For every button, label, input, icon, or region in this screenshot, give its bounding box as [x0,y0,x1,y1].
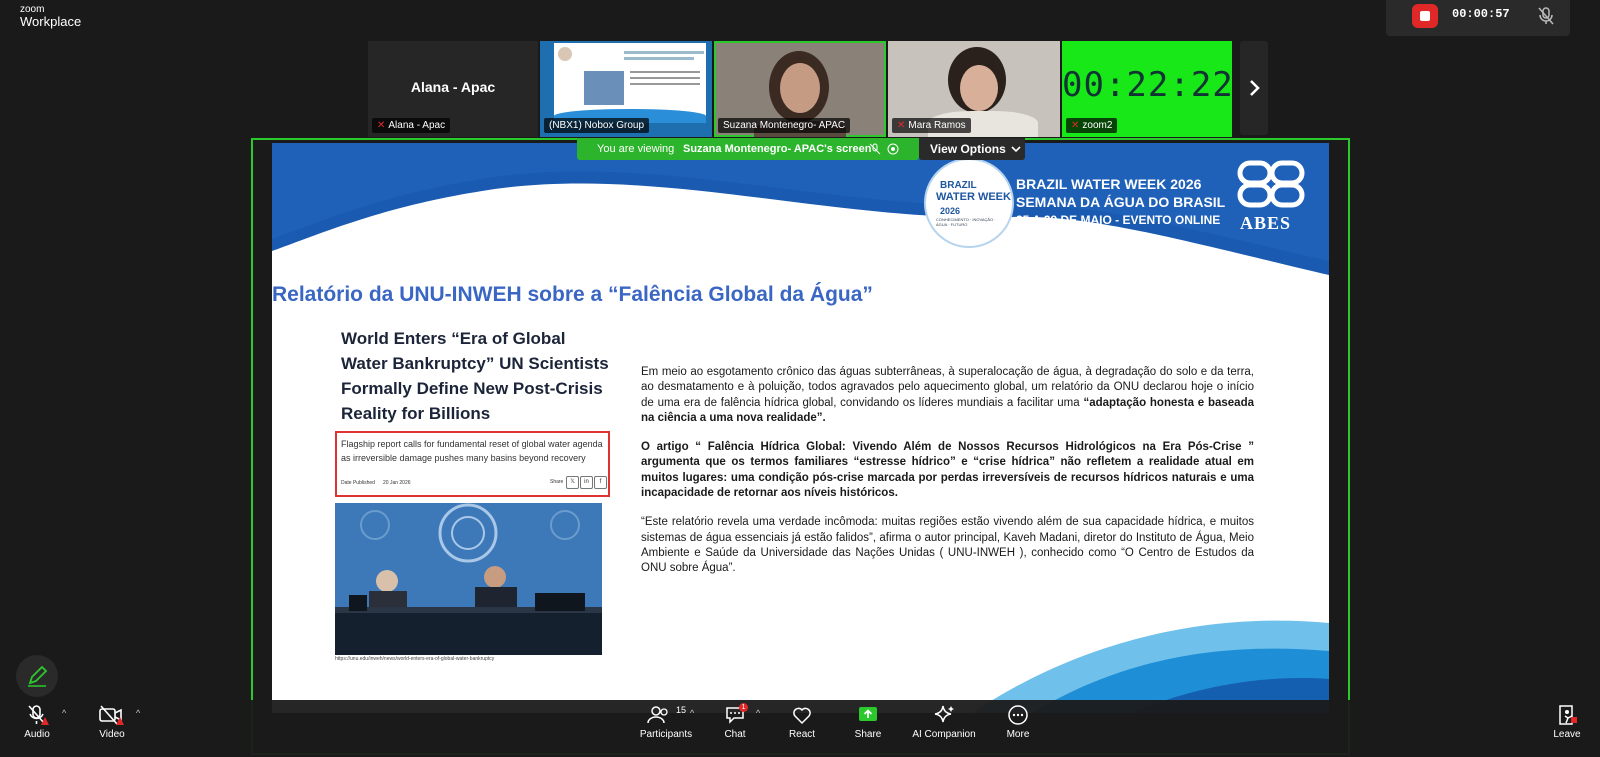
share-screen-icon [859,707,877,721]
mic-muted-icon [28,705,49,725]
recording-time: 00:00:57 [1452,7,1510,21]
slide-title: Relatório da UNU-INWEH sobre a “Falência… [272,283,873,306]
react-button[interactable]: React [786,703,818,740]
shared-slide: BRAZIL WATER WEEK 2026 CONHECIMENTO · IN… [272,143,1329,713]
brazil-water-week-badge: BRAZIL WATER WEEK 2026 CONHECIMENTO · IN… [924,158,1014,248]
mic-muted-icon: ✕ [377,120,386,131]
participant-name: (NBX1) Nobox Group [544,118,650,133]
participant-name: ✕ Alana - Apac [372,118,451,133]
x-icon: 𝕏 [566,476,579,489]
participant-tile-mara[interactable]: ✕ Mara Ramos [888,41,1060,137]
ai-companion-button[interactable]: AI Companion [910,703,978,740]
leave-icon [1559,705,1577,725]
chat-options-caret[interactable]: ^ [756,708,760,718]
next-page-button[interactable] [1240,41,1268,135]
participants-options-caret[interactable]: ^ [690,708,694,718]
meeting-toolbar: Audio ^ Video ^ Participants 15 ^ Chat 1… [0,700,1600,757]
mic-muted-icon[interactable] [1536,5,1556,27]
video-button[interactable]: Video [94,703,130,740]
paragraph-3: “Este relatório revela uma verdade incôm… [641,516,1254,575]
annotate-button[interactable] [16,655,58,697]
top-bar: zoom Workplace 00:00:57 [0,0,1600,40]
mic-muted-icon [869,143,881,155]
participant-name: ✕ zoom2 [1066,118,1118,133]
stop-recording-button[interactable] [1412,4,1438,28]
chat-unread-badge: 1 [739,703,748,712]
article-headline: World Enters “Era of Global Water Bankru… [341,329,609,423]
video-options-caret[interactable]: ^ [136,708,140,718]
share-button[interactable]: Share [852,703,884,740]
leave-button[interactable]: Leave [1552,703,1582,740]
view-options-button[interactable]: View Options [919,138,1025,160]
participant-tile-zoom2[interactable]: 00:22:22 ✕ zoom2 [1062,41,1232,137]
mic-muted-icon: ✕ [897,120,906,131]
sparkle-icon [934,705,954,723]
zoom-logo: zoom Workplace [20,4,82,29]
abes-logo: ABES [1236,159,1308,237]
pencil-icon [28,665,48,687]
slide-body-text: Em meio ao esgotamento crônico das águas… [641,365,1254,591]
audio-button[interactable]: Audio [20,703,54,740]
participant-tile-alana[interactable]: Alana - Apac ✕ Alana - Apac [368,41,538,137]
audio-options-caret[interactable]: ^ [62,708,66,718]
article-clipping: World Enters “Era of Global Water Bankru… [335,326,611,497]
paragraph-1: Em meio ao esgotamento crônico das águas… [641,366,1255,424]
press-conference-photo [335,503,602,655]
recording-panel: 00:00:57 [1386,0,1570,36]
participant-tile-nbx[interactable]: (NBX1) Nobox Group [540,41,712,137]
participant-tile-suzana[interactable]: Suzana Montenegro- APAC [714,41,886,137]
record-icon [887,143,899,155]
paragraph-2: O artigo “ Falência Hídrica Global: Vive… [641,441,1254,500]
participants-count: 15 [676,705,687,715]
video-off-icon [99,705,124,725]
participant-name: Suzana Montenegro- APAC [718,118,851,133]
chevron-right-icon [1250,80,1260,96]
more-button[interactable]: More [1002,703,1034,740]
more-icon [1008,705,1028,725]
mic-muted-icon: ✕ [1071,120,1080,131]
article-subtitle-box: Flagship report calls for fundamental re… [335,431,610,497]
timer-display: 00:22:22 [1062,65,1232,105]
facebook-icon: f [594,476,607,489]
chevron-down-icon [1011,146,1021,153]
shared-slide-thumbnail [554,43,706,123]
source-url: https://unu.edu/inweh/news/world-enters-… [335,656,495,662]
heart-icon [793,707,811,725]
participant-name: ✕ Mara Ramos [892,118,971,133]
linkedin-icon: in [580,476,593,489]
abes-mark-icon [1237,160,1305,208]
event-info: BRAZIL WATER WEEK 2026 SEMANA DA ÁGUA DO… [1016,176,1226,227]
viewing-banner: You are viewing Suzana Montenegro- APAC'… [577,138,919,160]
